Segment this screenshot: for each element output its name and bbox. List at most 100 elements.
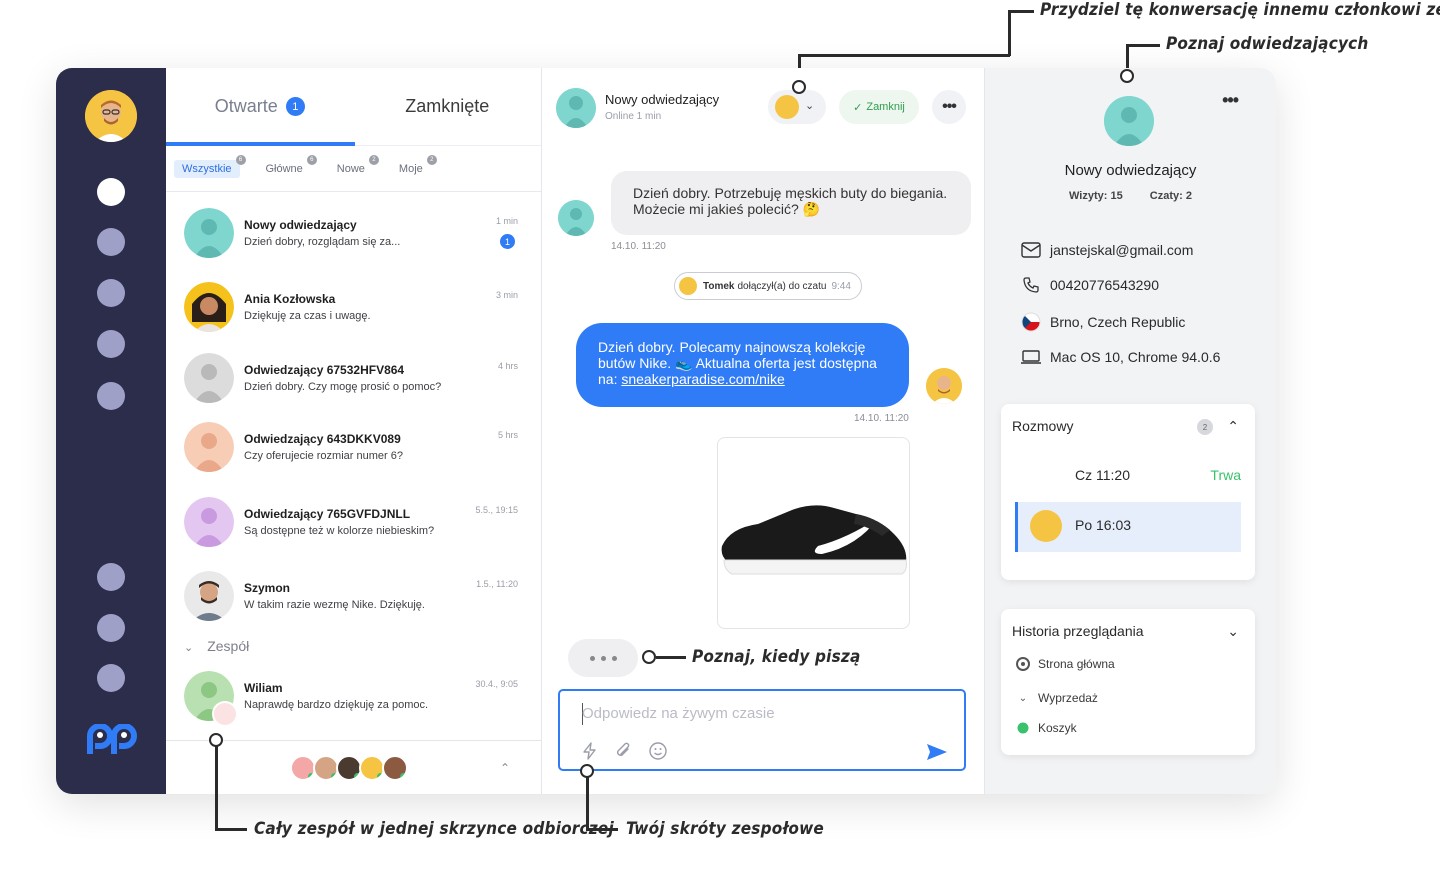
conversation-name: Nowy odwiedzający — [244, 218, 357, 232]
conversation-preview: Dzień dobry. Czy mogę prosić o pomoc? — [244, 381, 442, 393]
conversation-name: Szymon — [244, 581, 291, 595]
visitor-avatar — [184, 353, 234, 403]
team-member-avatar — [382, 755, 408, 781]
agent-avatar[interactable] — [85, 90, 137, 142]
agent-avatar — [1030, 510, 1062, 542]
nav-item-7-icon[interactable] — [97, 614, 125, 642]
emoji-smiley-icon[interactable] — [648, 741, 668, 761]
conversation-item[interactable]: Odwiedzający 765GVFDJNLL Są dostępne też… — [166, 491, 542, 557]
annotation-typing: Poznaj, kiedy piszą — [692, 647, 861, 667]
chat-header: Nowy odwiedzający Online 1 min ⌄ ✓ Zamkn… — [542, 68, 984, 146]
team-conversation-item[interactable]: Wiliam Naprawdę bardzo dziękuję za pomoc… — [166, 665, 542, 731]
conversation-name: Odwiedzający 67532HFV864 — [244, 363, 405, 377]
agent-joined-notice: Tomek dołączył(a) do czatu 9:44 — [674, 272, 862, 300]
nav-item-5-icon[interactable] — [97, 382, 125, 410]
session-item-selected[interactable]: Po 16:03 — [1015, 502, 1241, 552]
check-icon: ✓ — [853, 101, 863, 114]
chevron-up-icon[interactable]: ⌃ — [500, 761, 510, 775]
page-circle-icon — [1016, 657, 1030, 671]
attachment-paperclip-icon[interactable] — [614, 741, 634, 761]
team-section-header[interactable]: ⌄ Zespół — [184, 638, 249, 654]
phone-icon — [1020, 276, 1042, 294]
conversation-item[interactable]: Nowy odwiedzający Dzień dobry, rozglądam… — [166, 202, 542, 268]
history-page-title: Koszyk — [1038, 721, 1077, 735]
more-options-button[interactable]: ••• — [932, 90, 966, 124]
tab-open-label: Otwarte — [214, 96, 278, 116]
smartsupp-logo-icon — [86, 723, 138, 760]
composer-toolbar — [580, 741, 668, 761]
active-tab-indicator — [166, 142, 355, 146]
conversation-item[interactable]: Szymon W takim razie wezmę Nike. Dziękuj… — [166, 565, 542, 631]
chat-visitor-name: Nowy odwiedzający — [605, 92, 720, 107]
chevron-down-icon[interactable]: ⌄ — [1227, 623, 1239, 640]
conversation-list-panel: Otwarte 1 Zamknięte Wszystkie 6 Główne 6 N… — [166, 68, 542, 794]
conversation-preview: Dziękuję za czas i uwagę. — [244, 310, 371, 322]
visitor-location-row: Brno, Czech Republic — [1020, 312, 1186, 332]
session-time: Po 16:03 — [1075, 517, 1132, 533]
filter-main[interactable]: Główne 6 — [258, 154, 317, 178]
visitor-avatar — [184, 497, 234, 547]
nav-item-2-icon[interactable] — [97, 228, 125, 256]
assign-agent-dropdown[interactable]: ⌄ — [768, 90, 826, 124]
chat-panel: Nowy odwiedzający Online 1 min ⌄ ✓ Zamkn… — [542, 68, 985, 794]
conversation-preview: Czy oferujecie rozmiar numer 6? — [244, 450, 403, 462]
visitor-location: Brno, Czech Republic — [1050, 314, 1186, 330]
conversation-preview: Dzień dobry, rozglądam się za... — [244, 236, 401, 248]
filter-count: 6 — [235, 154, 246, 165]
tab-closed[interactable]: Zamknięte — [354, 68, 542, 145]
visitor-phone[interactable]: 00420776543290 — [1050, 277, 1159, 293]
agent-avatar — [926, 368, 962, 404]
current-page-dot-icon — [1016, 721, 1030, 735]
conversation-filters: Wszystkie 6 Główne 6 Nowe 2 Moje 2 — [166, 146, 541, 192]
chevron-up-icon[interactable]: ⌃ — [1227, 418, 1239, 435]
session-time: Cz 11:20 — [1075, 467, 1130, 483]
nav-item-6-icon[interactable] — [97, 563, 125, 591]
visitor-email-row: janstejskal@gmail.com — [1020, 241, 1193, 259]
nav-conversations-icon[interactable] — [97, 178, 125, 206]
visitor-more-options-icon[interactable]: ••• — [1222, 90, 1239, 111]
close-button-label: Zamknij — [866, 101, 905, 113]
app-window: Otwarte 1 Zamknięte Wszystkie 6 Główne 6 N… — [56, 68, 1276, 794]
visitor-email[interactable]: janstejskal@gmail.com — [1050, 242, 1193, 258]
filter-count: 2 — [426, 154, 437, 165]
filter-all[interactable]: Wszystkie 6 — [174, 154, 246, 178]
outgoing-link[interactable]: sneakerparadise.com/nike — [621, 371, 784, 387]
filter-mine[interactable]: Moje 2 — [391, 154, 437, 178]
history-page-title: Wyprzedaż — [1038, 691, 1098, 705]
browsing-history-card: Historia przeglądania ⌄ Strona główna ⌄ … — [1001, 609, 1255, 755]
nav-item-8-icon[interactable] — [97, 664, 125, 692]
message-timestamp: 14.10. 11:20 — [611, 241, 666, 252]
filter-count: 2 — [368, 154, 379, 165]
conversation-time: 3 min — [495, 290, 518, 300]
main-navigation — [56, 68, 166, 794]
conversation-item[interactable]: Odwiedzający 67532HFV864 Dzień dobry. Cz… — [166, 347, 542, 413]
shoe-image-attachment[interactable] — [717, 437, 910, 629]
close-conversation-button[interactable]: ✓ Zamknij — [839, 90, 919, 124]
conversation-item[interactable]: Odwiedzający 643DKKV089 Czy oferujecie r… — [166, 416, 542, 482]
annotation-shortcuts: Twój skróty zespołowe — [626, 819, 825, 839]
history-item: ⌄ Wyprzedaż — [1016, 691, 1098, 705]
conversation-name: Odwiedzający 643DKKV089 — [244, 432, 401, 446]
conversation-preview: W takim razie wezmę Nike. Dziękuję. — [244, 599, 425, 611]
visitor-name: Nowy odwiedzający — [1064, 162, 1197, 179]
joined-agent-name: Tomek — [703, 280, 735, 292]
annotation-team-inbox: Cały zespół w jednej skrzynce odbiorczej — [254, 819, 614, 839]
send-icon[interactable] — [926, 743, 948, 761]
joined-text: dołączył(a) do czatu — [737, 280, 827, 292]
team-members-bar[interactable]: ⌃ — [166, 740, 542, 794]
conversations-count-badge: 2 — [1197, 419, 1213, 435]
conversation-item[interactable]: Ania Kozłowska Dziękuję za czas i uwagę.… — [166, 276, 542, 342]
nav-item-4-icon[interactable] — [97, 330, 125, 358]
reply-input[interactable] — [582, 701, 922, 725]
tab-open[interactable]: Otwarte 1 — [166, 68, 354, 145]
team-section-label: Zespół — [207, 638, 250, 654]
agent-avatar — [679, 277, 697, 295]
czech-flag-icon — [1020, 312, 1042, 332]
conversation-time: 30.4., 9:05 — [475, 679, 518, 689]
tab-open-count-badge: 1 — [285, 97, 305, 116]
nav-item-3-icon[interactable] — [97, 279, 125, 307]
shortcuts-lightning-icon[interactable] — [580, 741, 600, 761]
typing-indicator — [568, 639, 638, 677]
session-item[interactable]: Cz 11:20 Trwa — [1015, 452, 1241, 502]
filter-new[interactable]: Nowe 2 — [329, 154, 379, 178]
